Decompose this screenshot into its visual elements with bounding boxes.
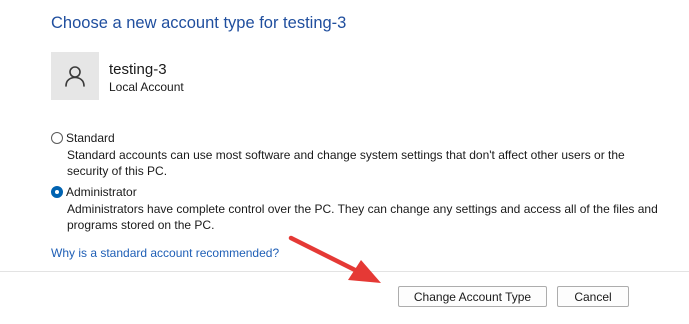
radio-standard[interactable]: Standard: [51, 131, 115, 145]
radio-standard-circle[interactable]: [51, 132, 63, 144]
change-account-type-button[interactable]: Change Account Type: [398, 286, 547, 307]
radio-administrator-circle[interactable]: [51, 186, 63, 198]
administrator-description: Administrators have complete control ove…: [67, 202, 658, 232]
why-standard-link[interactable]: Why is a standard account recommended?: [51, 246, 279, 260]
radio-administrator-label[interactable]: Administrator: [66, 185, 137, 199]
account-type: Local Account: [109, 80, 184, 94]
footer-divider: [0, 271, 689, 272]
cancel-button[interactable]: Cancel: [557, 286, 629, 307]
radio-administrator[interactable]: Administrator: [51, 185, 137, 199]
account-name: testing-3: [109, 61, 167, 78]
avatar: [51, 52, 99, 100]
page-title: Choose a new account type for testing-3: [51, 14, 347, 32]
radio-standard-label[interactable]: Standard: [66, 131, 115, 145]
standard-description: Standard accounts can use most software …: [67, 148, 625, 178]
person-icon: [65, 66, 85, 87]
